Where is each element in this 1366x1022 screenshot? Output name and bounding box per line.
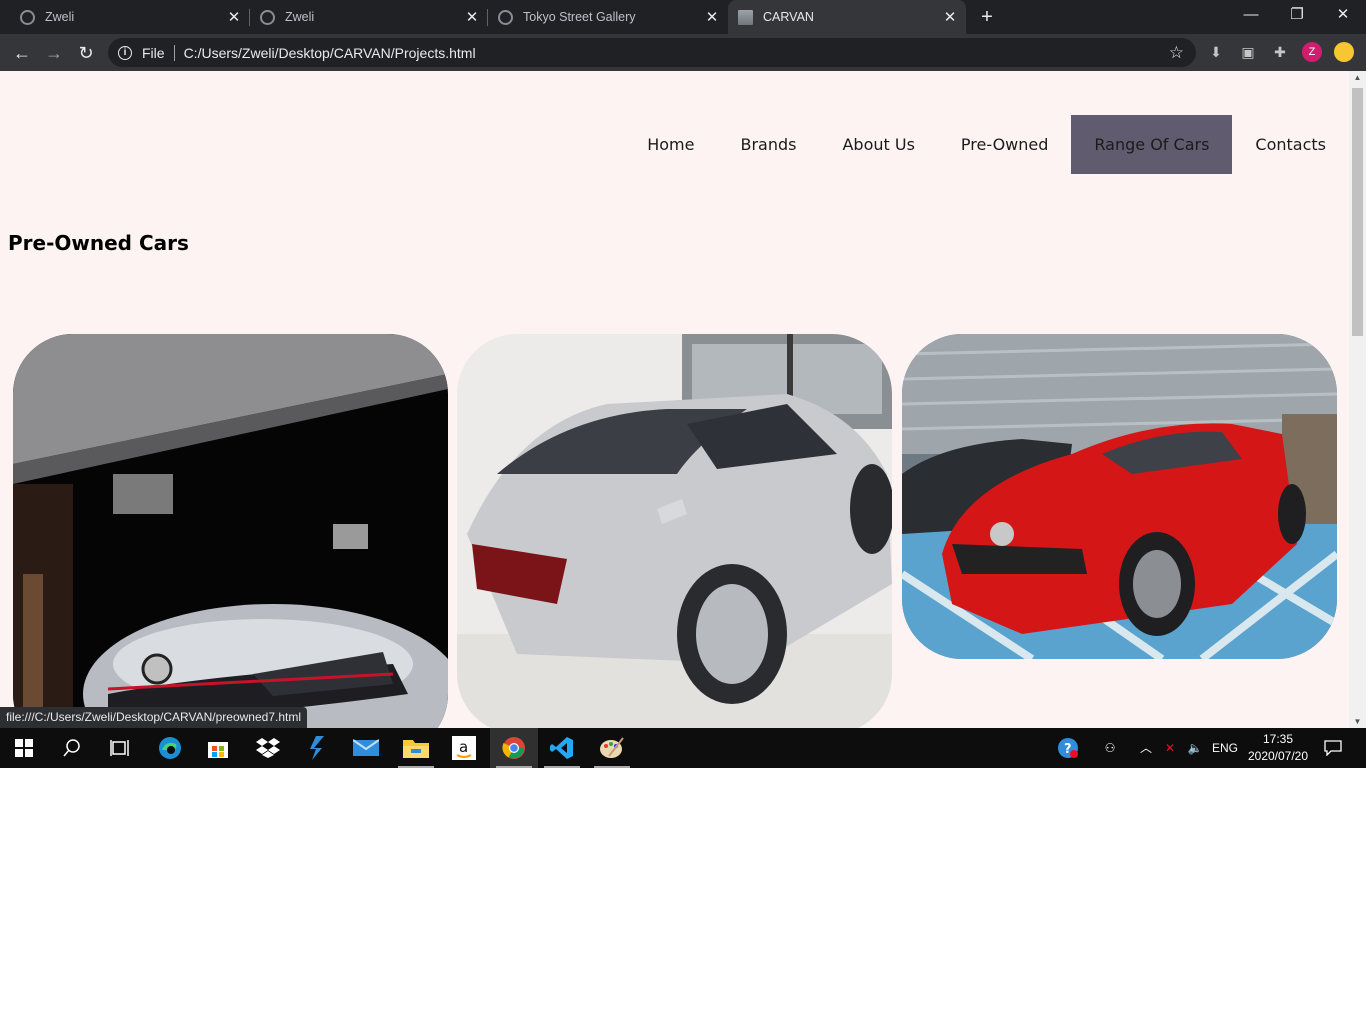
profile-avatar[interactable]: Z — [1302, 42, 1322, 62]
task-view-icon[interactable] — [96, 728, 144, 768]
bookmark-star-icon[interactable]: ☆ — [1169, 43, 1184, 63]
help-icon[interactable]: ? — [1054, 728, 1082, 768]
emoji-extension-icon[interactable] — [1334, 42, 1354, 62]
people-icon[interactable]: ⚇ — [1098, 728, 1122, 768]
tab-zweli-1[interactable]: Zweli ✕ — [0, 0, 250, 34]
edge-icon[interactable] — [146, 728, 194, 768]
info-icon[interactable]: i — [118, 45, 132, 60]
search-icon[interactable] — [48, 728, 96, 768]
globe-icon — [20, 9, 35, 25]
red-hatchback-in-parking-lot-photo — [902, 334, 1337, 659]
clock-time: 17:35 — [1262, 732, 1294, 746]
scrollbar-thumb[interactable] — [1352, 88, 1363, 336]
dropbox-icon[interactable] — [244, 728, 292, 768]
vertical-scrollbar[interactable]: ▲ ▼ — [1349, 71, 1366, 728]
main-nav: Home Brands About Us Pre-Owned Range Of … — [624, 115, 1349, 174]
nav-range-of-cars[interactable]: Range Of Cars — [1071, 115, 1233, 174]
nav-home[interactable]: Home — [624, 115, 717, 174]
clock-date: 2020/07/20 — [1247, 749, 1309, 763]
tab-title: CARVAN — [763, 10, 814, 24]
tab-title: Zweli — [285, 10, 315, 24]
scroll-up-icon[interactable]: ▲ — [1349, 73, 1366, 82]
puzzle-extensions-icon[interactable]: ✚ — [1270, 42, 1290, 62]
chevron-up-icon[interactable]: ︿ — [1136, 728, 1156, 768]
tab-title: Zweli — [45, 10, 75, 24]
mail-icon[interactable] — [342, 728, 390, 768]
microsoft-store-icon[interactable] — [194, 728, 242, 768]
screen: Zweli ✕ Zweli ✕ Tokyo Street Gallery ✕ C… — [0, 0, 1366, 768]
minimize-button[interactable]: — — [1228, 0, 1274, 34]
close-icon[interactable]: ✕ — [940, 8, 960, 26]
volume-icon[interactable]: 🔈 — [1184, 728, 1206, 768]
download-extension-icon[interactable]: ⬇ — [1206, 42, 1226, 62]
url-text[interactable]: C:/Users/Zweli/Desktop/CARVAN/Projects.h… — [184, 45, 476, 61]
page-favicon-icon — [738, 9, 753, 25]
back-arrow-icon[interactable]: ← — [10, 41, 34, 65]
paint-icon[interactable] — [588, 728, 636, 768]
white-hatchback-in-garage-photo — [13, 334, 448, 728]
reload-icon[interactable]: ↻ — [74, 41, 98, 65]
new-tab-button[interactable]: + — [976, 6, 998, 28]
notifications-icon[interactable] — [1320, 728, 1346, 768]
restore-button[interactable]: ❐ — [1274, 0, 1320, 34]
taskbar: a ? ⚇ ︿ ✕ 🔈 ENG 17:35 2020/07/20 — [0, 728, 1366, 768]
close-window-button[interactable]: ✕ — [1320, 0, 1366, 34]
tab-zweli-2[interactable]: Zweli ✕ — [240, 0, 488, 34]
forward-arrow-icon[interactable]: → — [42, 41, 66, 65]
nav-contacts[interactable]: Contacts — [1232, 115, 1349, 174]
chrome-icon[interactable] — [490, 728, 538, 768]
car-card-2[interactable] — [457, 334, 892, 728]
silver-sedan-in-showroom-photo — [457, 334, 892, 728]
language-indicator[interactable]: ENG — [1210, 728, 1240, 768]
screenshot-extension-icon[interactable]: ▣ — [1238, 42, 1258, 62]
amazon-icon[interactable]: a — [440, 728, 488, 768]
globe-icon — [498, 9, 513, 25]
nav-pre-owned[interactable]: Pre-Owned — [938, 115, 1071, 174]
close-icon[interactable]: ✕ — [702, 8, 722, 26]
tab-tokyo-street-gallery[interactable]: Tokyo Street Gallery ✕ — [478, 0, 728, 34]
nav-brands[interactable]: Brands — [717, 115, 819, 174]
web-page: Home Brands About Us Pre-Owned Range Of … — [0, 71, 1349, 728]
windows-start-icon[interactable] — [0, 728, 48, 768]
car-card-3[interactable] — [902, 334, 1337, 659]
car-card-1[interactable] — [13, 334, 448, 728]
nav-about-us[interactable]: About Us — [819, 115, 937, 174]
page-title: Pre-Owned Cars — [8, 231, 189, 255]
file-explorer-icon[interactable] — [392, 728, 440, 768]
browser-toolbar: ← → ↻ i File C:/Users/Zweli/Desktop/CARV… — [0, 34, 1366, 71]
address-bar[interactable]: i File C:/Users/Zweli/Desktop/CARVAN/Pro… — [108, 38, 1196, 67]
network-disconnected-icon[interactable]: ✕ — [1160, 728, 1180, 768]
scroll-down-icon[interactable]: ▼ — [1349, 717, 1366, 726]
tab-carvan[interactable]: CARVAN ✕ — [728, 0, 966, 34]
svg-text:a: a — [459, 738, 468, 756]
tab-title: Tokyo Street Gallery — [523, 10, 636, 24]
tab-strip: Zweli ✕ Zweli ✕ Tokyo Street Gallery ✕ C… — [0, 0, 1366, 34]
vscode-icon[interactable] — [538, 728, 586, 768]
link-status-bubble: file:///C:/Users/Zweli/Desktop/CARVAN/pr… — [0, 707, 307, 728]
azure-devops-icon[interactable] — [294, 728, 342, 768]
scheme-label: File — [142, 44, 165, 61]
clock[interactable]: 17:35 2020/07/20 — [1246, 731, 1310, 765]
globe-icon — [260, 9, 275, 25]
